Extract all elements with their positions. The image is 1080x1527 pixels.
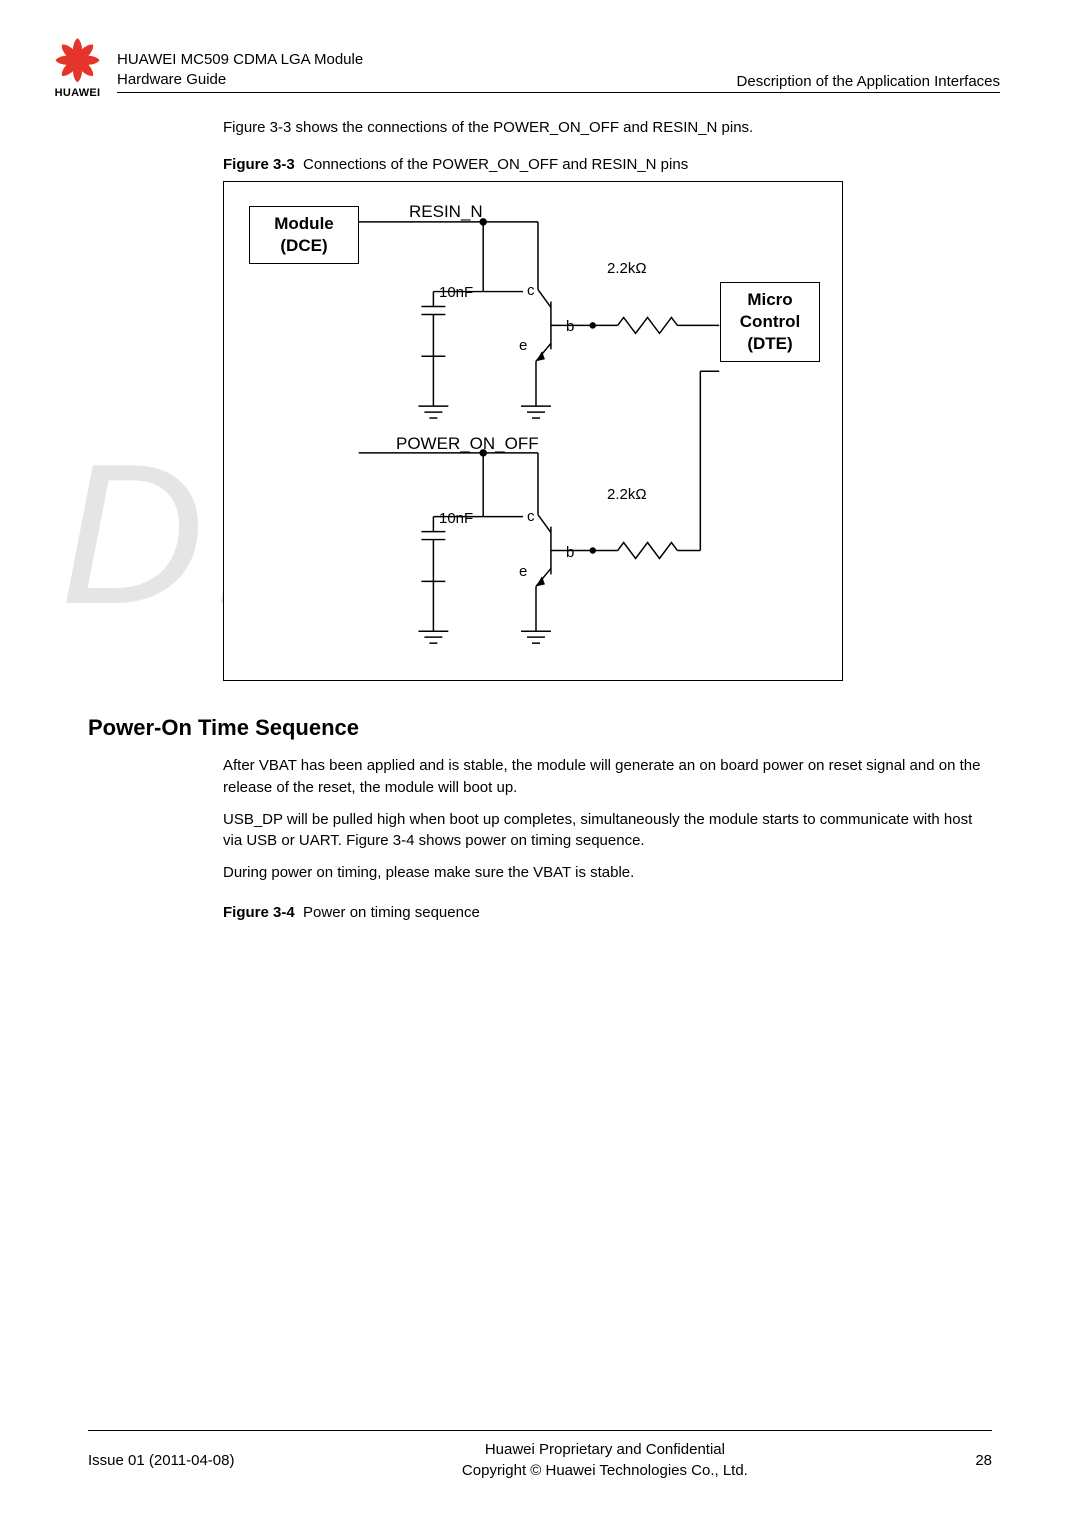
footer-line2: Copyright © Huawei Technologies Co., Ltd… [234,1460,975,1481]
page-content: Figure 3-3 shows the connections of the … [0,99,1080,921]
paragraph-2: USB_DP will be pulled high when boot up … [88,809,992,853]
footer-center: Huawei Proprietary and Confidential Copy… [234,1439,975,1481]
logo-block: HUAWEI [50,30,105,99]
figure-3-4-text: Power on timing sequence [303,904,480,921]
paragraph-3: During power on timing, please make sure… [88,862,992,884]
doc-title: HUAWEI MC509 CDMA LGA Module Hardware Gu… [117,50,363,91]
power-on-section-title: Power-On Time Sequence [88,715,992,741]
figure-3-3-text: Connections of the POWER_ON_OFF and RESI… [303,156,688,173]
figure-3-4-number: Figure 3-4 [223,904,295,921]
figure-3-3-caption: Figure 3-3 Connections of the POWER_ON_O… [88,156,992,173]
figure-3-3-number: Figure 3-3 [223,156,295,173]
intro-paragraph: Figure 3-3 shows the connections of the … [88,119,992,136]
figure-3-4-caption: Figure 3-4 Power on timing sequence [88,904,992,921]
page-footer: Issue 01 (2011-04-08) Huawei Proprietary… [88,1430,992,1481]
footer-issue: Issue 01 (2011-04-08) [88,1452,234,1469]
header-titles: HUAWEI MC509 CDMA LGA Module Hardware Gu… [117,50,1000,94]
footer-page: 28 [975,1452,992,1469]
paragraph-1: After VBAT has been applied and is stabl… [88,755,992,799]
circuit-svg-icon [224,182,842,680]
figure-3-3-diagram: Module (DCE) Micro Control (DTE) RESIN_N… [223,181,843,681]
footer-line1: Huawei Proprietary and Confidential [234,1439,975,1460]
page-header: HUAWEI HUAWEI MC509 CDMA LGA Module Hard… [0,0,1080,99]
doc-title-line1: HUAWEI MC509 CDMA LGA Module [117,50,363,70]
section-name: Description of the Application Interface… [737,73,1000,90]
doc-title-line2: Hardware Guide [117,70,363,90]
logo-text: HUAWEI [55,87,101,99]
huawei-logo-icon [50,30,105,85]
